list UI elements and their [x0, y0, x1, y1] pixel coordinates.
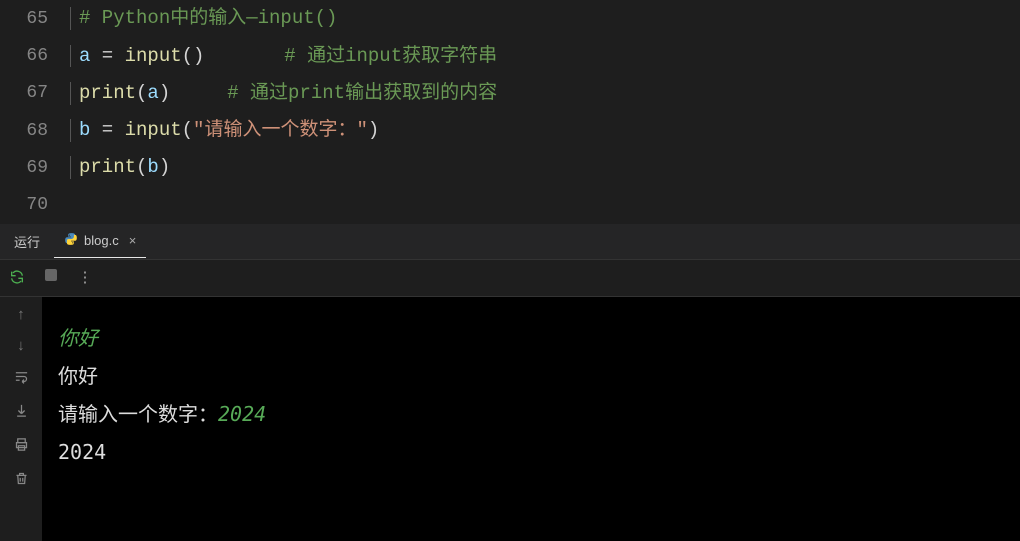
- rerun-icon[interactable]: [0, 269, 34, 286]
- code-line[interactable]: # Python中的输入—input(): [70, 7, 337, 30]
- whitespace: [204, 45, 284, 67]
- terminal-tab[interactable]: blog.c ×: [54, 224, 146, 259]
- paren-open: (: [136, 156, 147, 178]
- variable: a: [79, 45, 90, 67]
- terminal-action-bar: ⋮: [0, 259, 1020, 297]
- function-name: print: [79, 156, 136, 178]
- line-number: 70: [0, 195, 70, 215]
- variable: b: [79, 119, 90, 141]
- run-tab[interactable]: 运行: [0, 232, 54, 251]
- code-line[interactable]: print(b): [70, 156, 170, 179]
- python-icon: [64, 232, 78, 249]
- more-icon[interactable]: ⋮: [68, 268, 102, 287]
- wrap-icon[interactable]: [14, 369, 29, 389]
- paren-close: ): [159, 156, 170, 178]
- console-prompt-text: 请输入一个数字：: [58, 402, 218, 426]
- console-toolbar: ↑ ↓: [0, 297, 42, 541]
- whitespace: [170, 82, 227, 104]
- line-number: 68: [0, 121, 70, 141]
- console-user-input: 你好: [58, 319, 1004, 357]
- code-line[interactable]: a = input() # 通过input获取字符串: [70, 45, 497, 68]
- scroll-icon[interactable]: [14, 403, 29, 423]
- print-icon[interactable]: [14, 437, 29, 457]
- code-line[interactable]: b = input("请输入一个数字："): [70, 119, 379, 142]
- variable: b: [147, 156, 158, 178]
- code-line[interactable]: print(a) # 通过print输出获取到的内容: [70, 82, 497, 105]
- function-name: input: [125, 119, 182, 141]
- panel-tab-bar: 运行 blog.c ×: [0, 224, 1020, 259]
- terminal-tab-label: blog.c: [84, 233, 119, 248]
- operator: =: [90, 119, 124, 141]
- trash-icon[interactable]: [14, 471, 29, 491]
- stop-icon[interactable]: [34, 269, 68, 286]
- function-name: input: [125, 45, 182, 67]
- comment-text: # 通过input获取字符串: [284, 45, 497, 67]
- console-stdout: 2024: [58, 433, 1004, 471]
- paren-close: ): [159, 82, 170, 104]
- down-arrow-icon[interactable]: ↓: [16, 338, 25, 355]
- comment-text: # 通过print输出获取到的内容: [227, 82, 497, 104]
- variable: a: [147, 82, 158, 104]
- console-prompt-line: 请输入一个数字：2024: [58, 395, 1004, 433]
- parens: (): [182, 45, 205, 67]
- line-number: 66: [0, 46, 70, 66]
- operator: =: [90, 45, 124, 67]
- paren-open: (: [182, 119, 193, 141]
- console-stdout: 你好: [58, 357, 1004, 395]
- code-editor[interactable]: 65 # Python中的输入—input() 66 a = input() #…: [0, 0, 1020, 224]
- console-area: ↑ ↓ 你好 你好 请输入一个数字：2024 2024: [0, 297, 1020, 541]
- console-output[interactable]: 你好 你好 请输入一个数字：2024 2024: [42, 297, 1020, 541]
- string-literal: "请输入一个数字：": [193, 119, 368, 141]
- line-number: 67: [0, 83, 70, 103]
- line-number: 69: [0, 158, 70, 178]
- paren-close: ): [368, 119, 379, 141]
- comment-text: # Python中的输入—input(): [79, 7, 337, 29]
- paren-open: (: [136, 82, 147, 104]
- up-arrow-icon[interactable]: ↑: [16, 307, 25, 324]
- close-icon[interactable]: ×: [129, 233, 137, 248]
- line-number: 65: [0, 9, 70, 29]
- function-name: print: [79, 82, 136, 104]
- console-user-input: 2024: [218, 402, 266, 426]
